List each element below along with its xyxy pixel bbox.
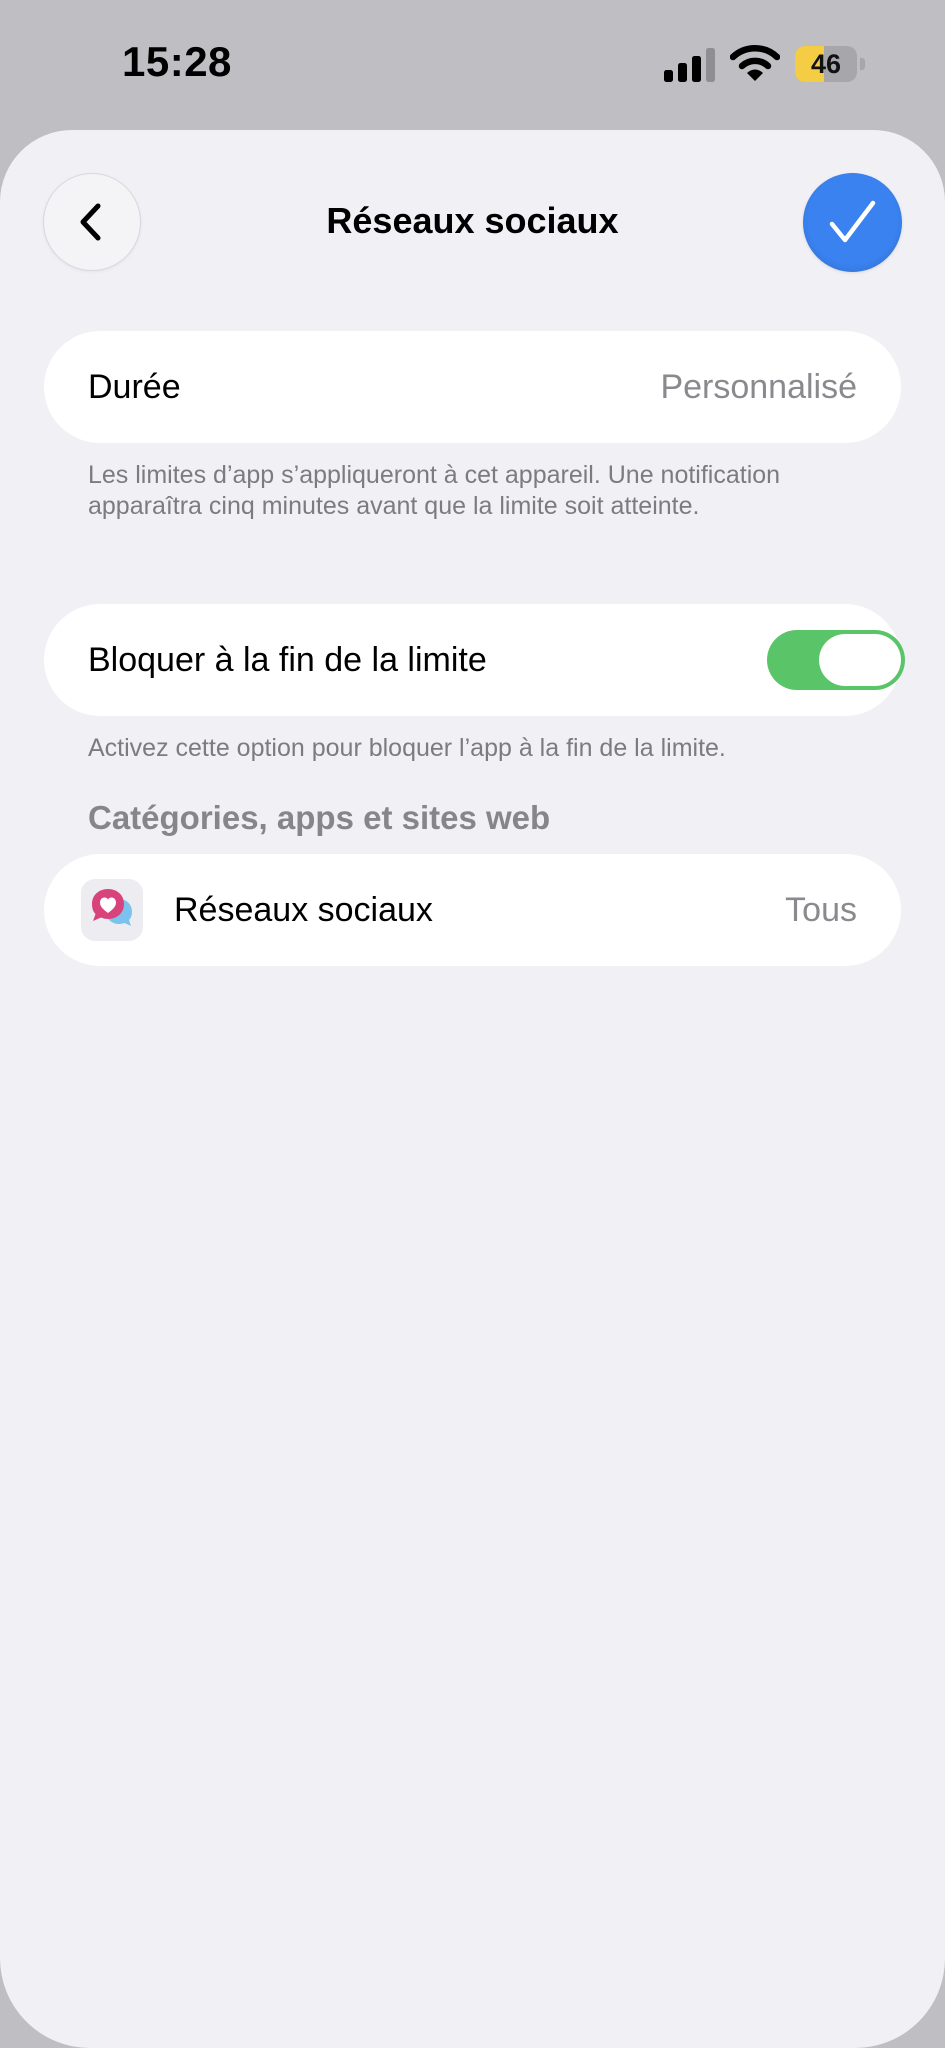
duration-row[interactable]: Durée Personnalisé (44, 331, 901, 443)
limit-settings-sheet: Réseaux sociaux Durée Personnalisé Les l… (0, 130, 945, 2048)
duration-footnote: Les limites d’app s’appliqueront à cet a… (88, 461, 781, 520)
block-at-limit-toggle[interactable] (767, 630, 905, 690)
block-footnote: Activez cette option pour bloquer l’app … (88, 734, 726, 762)
toggle-knob (819, 634, 901, 686)
category-value: Tous (785, 891, 857, 929)
battery-percentage: 46 (810, 49, 842, 79)
confirm-button[interactable] (803, 173, 902, 272)
duration-value: Personnalisé (660, 368, 857, 406)
battery-icon: 46 (795, 46, 865, 82)
categories-section-title: Catégories, apps et sites web (88, 799, 551, 836)
chevron-left-icon (80, 203, 101, 241)
battery-body: 46 (795, 46, 857, 82)
back-button[interactable] (43, 173, 141, 271)
page-title: Réseaux sociaux (326, 200, 619, 241)
status-bar: 15:28 46 (0, 0, 945, 128)
checkmark-icon (829, 200, 876, 243)
battery-tip (860, 58, 865, 70)
wifi-icon (729, 44, 781, 82)
cellular-signal-icon (664, 48, 716, 82)
status-time: 15:28 (122, 38, 232, 85)
category-label: Réseaux sociaux (174, 891, 433, 929)
category-row-social-networks[interactable]: Réseaux sociaux Tous (44, 854, 901, 966)
block-at-limit-row: Bloquer à la fin de la limite (44, 604, 905, 716)
block-at-limit-label: Bloquer à la fin de la limite (88, 641, 487, 679)
duration-label: Durée (88, 368, 181, 406)
social-networks-bubble-heart-icon (81, 879, 143, 941)
